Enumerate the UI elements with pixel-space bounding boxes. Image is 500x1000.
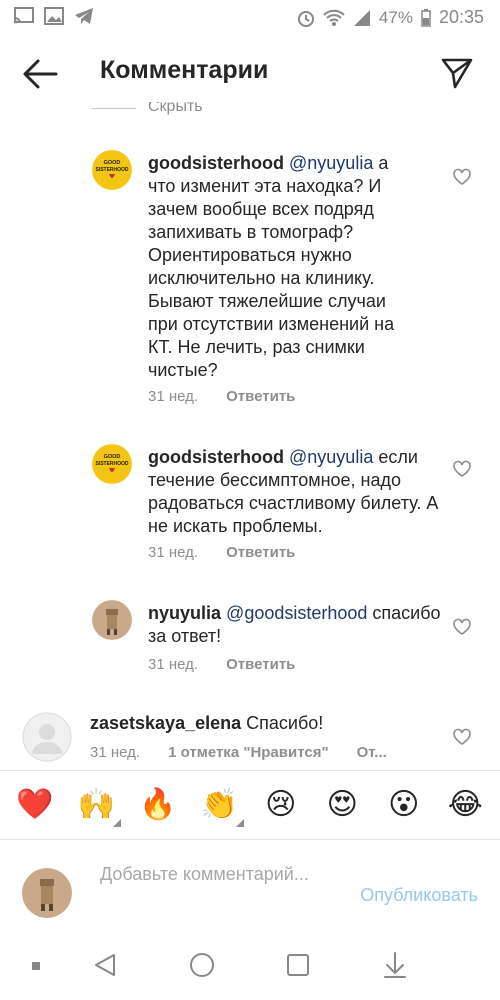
publish-button[interactable]: Опубликовать [360, 885, 478, 906]
nav-recents-icon[interactable] [285, 952, 311, 978]
current-user-avatar [22, 868, 72, 918]
direct-send-icon[interactable] [440, 56, 474, 90]
avatar[interactable]: GOOD SISTERHOOD [92, 444, 132, 484]
comment-username[interactable]: goodsisterhood [148, 153, 284, 173]
status-bar: 47% 20:35 [0, 0, 500, 34]
battery-icon [421, 8, 431, 27]
mention-link[interactable]: @nyuyulia [289, 153, 373, 173]
comment-text: goodsisterhood @nyuyulia а что изменит э… [148, 153, 395, 380]
reply-button[interactable]: Ответить [226, 388, 295, 405]
signal-icon [353, 9, 370, 26]
comment-reply: GOOD SISTERHOOD goodsisterhood @nyuyulia… [92, 444, 492, 564]
emoji-heart-button[interactable]: ❤️ [10, 785, 60, 825]
skin-tone-indicator [113, 819, 122, 827]
svg-text:SISTERHOOD: SISTERHOOD [95, 167, 128, 173]
telegram-icon [75, 8, 93, 24]
reply-button[interactable]: Ответить [226, 544, 295, 561]
emoji-raised-hands-button[interactable]: 🙌 [71, 785, 122, 827]
svg-text:GOOD: GOOD [104, 454, 121, 460]
emoji-surprised-button[interactable]: 😮 [379, 785, 429, 825]
avatar[interactable] [92, 600, 132, 640]
system-nav-bar [0, 940, 500, 1000]
comment-text: goodsisterhood @nyuyulia если течение бе… [148, 447, 439, 536]
comment-text: nyuyulia @goodsisterhood спасибо за отве… [148, 603, 441, 646]
nav-home-icon[interactable] [189, 952, 215, 978]
comment-meta: 31 нед. Ответить [148, 388, 295, 405]
hide-replies-link[interactable]: Скрыть ответы [92, 102, 202, 118]
svg-text:GOOD: GOOD [104, 160, 121, 166]
emoji-crying-button[interactable]: 😢 [256, 785, 306, 825]
header: Комментарии [0, 34, 500, 114]
comment-reply: GOOD SISTERHOOD goodsisterhood @nyuyulia… [92, 150, 492, 410]
emoji-laughing-button[interactable]: 😂 [440, 785, 490, 825]
comment-time: 31 нед. [148, 656, 199, 673]
likes-count-link[interactable]: 1 отметка "Нравится" [168, 744, 329, 761]
comment-reply: nyuyulia @goodsisterhood спасибо за отве… [92, 600, 492, 680]
nav-dot-icon [32, 962, 40, 970]
like-heart-icon[interactable] [452, 618, 472, 636]
comment-meta: 31 нед. Ответить [148, 656, 295, 673]
emoji-fire-button[interactable]: 🔥 [133, 785, 183, 825]
comment-input[interactable]: Добавьте комментарий... [100, 862, 320, 886]
wifi-icon [323, 9, 345, 26]
comment-username[interactable]: zasetskaya_elena [90, 713, 241, 733]
mention-link[interactable]: @nyuyulia [289, 447, 373, 467]
clock: 20:35 [438, 7, 484, 27]
comment-text: zasetskaya_elena Спасибо! [90, 713, 324, 733]
comment-username[interactable]: nyuyulia [148, 603, 221, 623]
like-heart-icon[interactable] [452, 168, 472, 186]
comment-meta: 31 нед. Ответить [148, 544, 295, 561]
back-arrow-icon[interactable] [20, 56, 60, 92]
reply-button[interactable]: От... [357, 744, 387, 761]
comment-time: 31 нед. [90, 744, 141, 761]
alarm-icon [297, 10, 314, 27]
avatar[interactable]: GOOD SISTERHOOD [92, 150, 132, 190]
page-title: Комментарии [100, 56, 269, 84]
emoji-heart-eyes-button[interactable]: 😍 [317, 785, 367, 825]
emoji-quick-bar: ❤️ 🙌 🔥 👏 😢 😍 😮 😂 [0, 770, 500, 840]
comment: zasetskaya_elena Спасибо! 31 нед. 1 отме… [22, 712, 492, 770]
comment-time: 31 нед. [148, 388, 199, 405]
like-heart-icon[interactable] [452, 460, 472, 478]
comment-username[interactable]: goodsisterhood [148, 447, 284, 467]
like-heart-icon[interactable] [452, 728, 472, 746]
reply-button[interactable]: Ответить [226, 656, 295, 673]
cast-icon [14, 7, 34, 24]
battery-level: 47% [378, 7, 413, 27]
svg-text:SISTERHOOD: SISTERHOOD [95, 461, 128, 467]
mention-link[interactable]: @goodsisterhood [226, 603, 367, 623]
comment-composer: Добавьте комментарий... Опубликовать [0, 840, 500, 940]
comment-time: 31 нед. [148, 544, 199, 561]
avatar-placeholder[interactable] [22, 712, 72, 762]
skin-tone-indicator [236, 819, 245, 827]
nav-down-icon[interactable] [382, 951, 408, 979]
emoji-clap-button[interactable]: 👏 [194, 785, 245, 827]
comment-meta: 31 нед. 1 отметка "Нравится" От... [90, 744, 387, 761]
image-icon [44, 7, 64, 25]
nav-back-icon[interactable] [92, 952, 118, 978]
